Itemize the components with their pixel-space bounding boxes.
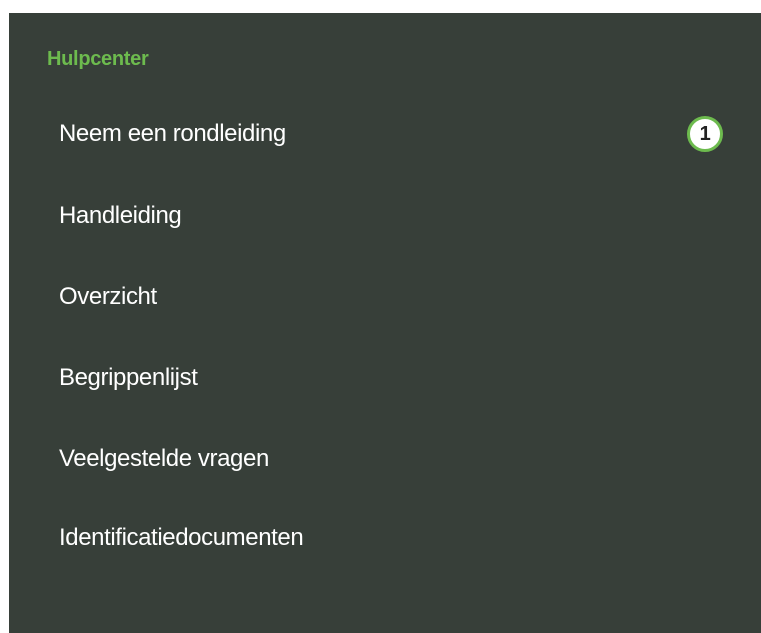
menu-item-overview[interactable]: Overzicht xyxy=(59,277,731,317)
menu-item-manual[interactable]: Handleiding xyxy=(59,196,731,236)
menu-item-label: Identificatiedocumenten xyxy=(59,524,304,551)
menu-item-faq[interactable]: Veelgestelde vragen xyxy=(59,439,731,479)
step-badge: 1 xyxy=(687,116,723,152)
menu-item-label: Begrippenlijst xyxy=(59,364,198,391)
menu-item-glossary[interactable]: Begrippenlijst xyxy=(59,358,731,398)
menu-item-tour[interactable]: Neem een rondleiding 1 xyxy=(59,114,731,154)
menu-item-label: Handleiding xyxy=(59,202,182,229)
menu-item-id-documents[interactable]: Identificatiedocumenten xyxy=(59,518,731,558)
menu-item-label: Overzicht xyxy=(59,283,157,310)
menu-item-label: Neem een rondleiding xyxy=(59,120,286,147)
menu-item-label: Veelgestelde vragen xyxy=(59,445,269,472)
help-center-title: Hulpcenter xyxy=(47,48,149,70)
help-center-panel: Hulpcenter Neem een rondleiding 1 Handle… xyxy=(9,13,761,633)
